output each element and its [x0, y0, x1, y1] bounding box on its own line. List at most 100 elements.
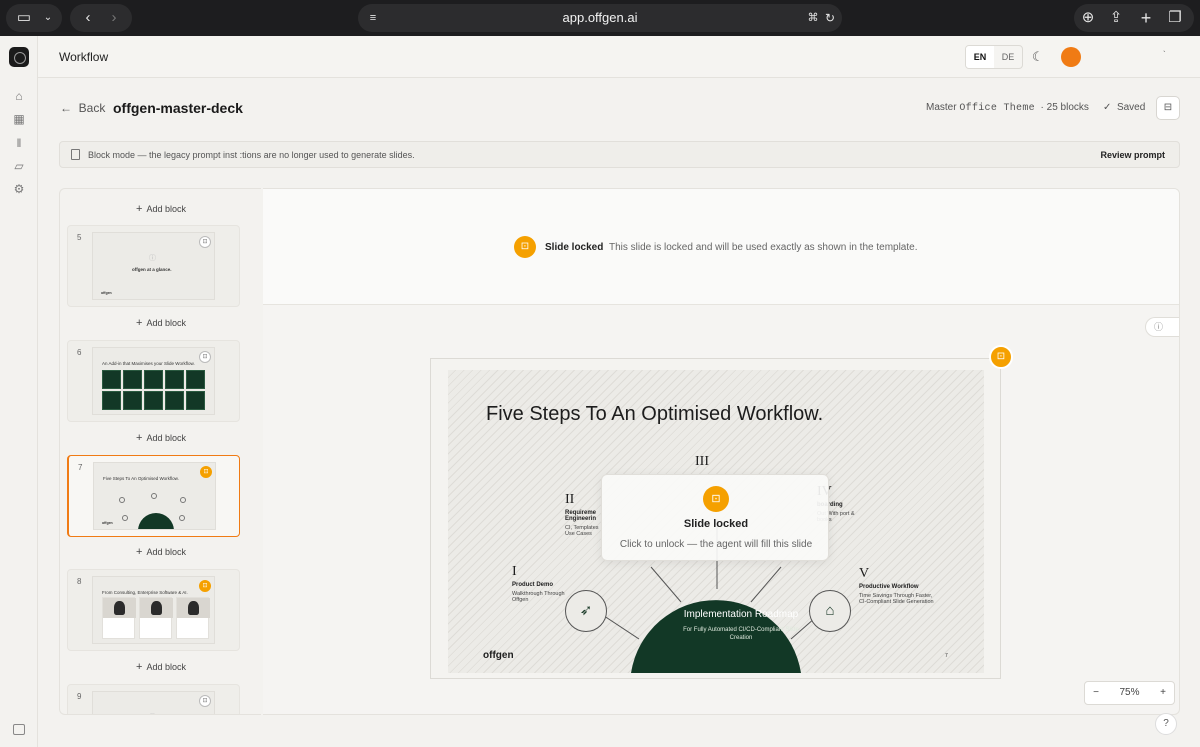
tabs-overview-icon[interactable]: ❐: [1164, 4, 1186, 32]
reload-icon[interactable]: ↻: [822, 4, 838, 32]
app-logo[interactable]: [9, 47, 29, 67]
collapse-sidebar-icon[interactable]: [13, 724, 25, 735]
mini-roadmap-dome: [138, 513, 174, 529]
grid-icon[interactable]: ▦: [10, 110, 28, 128]
slide-thumb-card[interactable]: 8 ⊡ From Consulting, Enterprise Software…: [67, 569, 240, 651]
slide-thumb-card-selected[interactable]: 7 ⊡ Five Steps To An Optimised Workflow.…: [67, 455, 240, 537]
back-arrow-icon[interactable]: ‹: [78, 4, 98, 32]
slide-thumbnail[interactable]: ⊡ From Consulting, Enterprise Software &…: [92, 576, 215, 644]
deck-title: offgen-master-deck: [113, 100, 243, 116]
slide-editor: ⊡ Slide locked This slide is locked and …: [263, 188, 1180, 715]
slide-title: Five Steps To An Optimised Workflow.: [486, 403, 824, 425]
slide-thumbnail[interactable]: ⊡ ⓘ offgen at a glance. offgen: [92, 232, 215, 300]
step-circle: [180, 497, 186, 503]
lock-icon[interactable]: ⊡: [200, 466, 212, 478]
legacy-prompt-banner: Block mode — the legacy prompt inst :tio…: [59, 141, 1180, 168]
top-header: Workflow EN DE ☾ `: [38, 36, 1200, 78]
zoom-out-button[interactable]: −: [1085, 682, 1107, 704]
slide-thumb-card[interactable]: 6 ⊡ An Add-in that Maximises your Slide …: [67, 340, 240, 422]
lock-icon[interactable]: ⊡: [199, 580, 211, 592]
step-desc: CI, Templates Use Cases: [565, 525, 599, 537]
new-tab-icon[interactable]: +: [1136, 4, 1156, 32]
add-block-button[interactable]: + Add block: [60, 203, 261, 215]
folder-icon[interactable]: ▱: [10, 157, 28, 175]
slide-thumbnail[interactable]: ⊡ An Add-in that Maximises your Slide Wo…: [92, 347, 215, 415]
help-button[interactable]: ?: [1155, 713, 1177, 735]
step-numeral: III: [695, 454, 709, 469]
translate-icon[interactable]: ⌘: [804, 4, 822, 32]
slides-panel: + Add block 5 ⊡ ⓘ offgen at a glance. off…: [59, 188, 261, 715]
add-block-label: Add block: [146, 433, 186, 443]
add-block-button[interactable]: + Add block: [60, 661, 261, 673]
sidebar-icon[interactable]: ▭: [14, 4, 34, 32]
thumb-title: offgen at a glance.: [132, 267, 172, 272]
thumb-brand: offgen: [101, 291, 112, 295]
step-circle: [122, 515, 128, 521]
share-icon[interactable]: ⇪: [1106, 4, 1126, 32]
slide-thumbnail[interactable]: ⊡ ⓘ: [92, 691, 215, 714]
add-block-button[interactable]: + Add block: [60, 546, 261, 558]
lock-icon[interactable]: ⊡: [199, 351, 211, 363]
sidebar-toggle-group[interactable]: ▭ ⌄: [6, 4, 62, 32]
info-icon: ⓘ: [149, 712, 156, 714]
home-icon[interactable]: ⌂: [10, 87, 28, 105]
slide-thumb-card[interactable]: 5 ⊡ ⓘ offgen at a glance. offgen: [67, 225, 240, 307]
step-heading: Requireme Engineerin: [565, 510, 597, 522]
chevron-down-icon[interactable]: ⌄: [40, 4, 56, 32]
back-button[interactable]: ← Back: [60, 101, 105, 115]
language-switcher: EN DE: [965, 45, 1023, 69]
thumb-title: From Consulting, Enterprise Software & A…: [102, 590, 188, 595]
step-5: V Productive Workflow Time Savings Throu…: [859, 567, 939, 606]
step-3: III: [695, 455, 725, 472]
add-block-button[interactable]: + Add block: [60, 432, 261, 444]
lock-icon: ⊡: [996, 351, 1006, 362]
step-circle: [119, 497, 125, 503]
add-block-label: Add block: [146, 662, 186, 672]
slide-lock-toggle[interactable]: ⊡: [989, 345, 1013, 369]
add-block-label: Add block: [146, 547, 186, 557]
step-circle: [179, 515, 185, 521]
add-block-label: Add block: [146, 204, 186, 214]
panel-toggle-button[interactable]: ⊟: [1156, 96, 1180, 120]
roadmap-center: Implementation Roadmap For Fully Automat…: [677, 609, 805, 642]
zoom-level: 75%: [1119, 687, 1140, 698]
settings-icon[interactable]: ⚙: [10, 180, 28, 198]
plus-icon: +: [136, 203, 143, 215]
step-heading: Product Demo: [512, 582, 554, 588]
block-count: · 25 blocks: [1040, 102, 1089, 113]
banner-text: Block mode — the legacy prompt inst :tio…: [88, 150, 415, 160]
slide-number: 7: [78, 463, 83, 472]
lang-de-button[interactable]: DE: [994, 46, 1022, 68]
menu-indicator[interactable]: `: [1163, 50, 1166, 59]
roadmap-title: Implementation Roadmap: [683, 609, 799, 620]
dark-mode-icon[interactable]: ☾: [1032, 49, 1044, 65]
plus-icon: +: [136, 432, 143, 444]
lock-icon[interactable]: ⊡: [199, 236, 211, 248]
address-bar[interactable]: ≡ app.offgen.ai ⌘ ↻: [358, 4, 842, 32]
slide-thumb-card[interactable]: 9 ⊡ ⓘ: [67, 684, 240, 714]
saved-label: Saved: [1116, 102, 1146, 113]
theme-info: Master Office Theme · 25 blocks: [926, 102, 1089, 114]
add-block-button[interactable]: + Add block: [60, 317, 261, 329]
info-button[interactable]: ⓘ: [1145, 317, 1179, 337]
app-rail: ⌂ ▦ ‖ ▱ ⚙: [0, 36, 38, 747]
library-icon[interactable]: ‖: [10, 134, 28, 152]
step-2: II Requireme Engineerin CI, Templates Us…: [565, 493, 605, 538]
lock-icon[interactable]: ⊡: [199, 695, 211, 707]
lang-en-button[interactable]: EN: [966, 46, 994, 68]
check-icon: ✓: [1103, 102, 1112, 113]
roadmap-subtitle: For Fully Automated CI/CD-Compliant Slid…: [683, 627, 799, 641]
step-1: I Product Demo Walkthrough Through Offge…: [512, 565, 582, 604]
slide-thumbnail[interactable]: ⊡ Five Steps To An Optimised Workflow. o…: [93, 462, 216, 530]
locked-overlay[interactable]: ⊡ Slide locked Click to unlock — the age…: [601, 474, 829, 561]
arrow-left-icon: ←: [60, 101, 72, 115]
forward-arrow-icon[interactable]: ›: [104, 4, 124, 32]
slide-number: 5: [77, 233, 82, 242]
plus-icon: +: [136, 546, 143, 558]
zoom-in-button[interactable]: +: [1152, 682, 1174, 704]
download-icon[interactable]: ⊕: [1078, 4, 1098, 32]
avatar[interactable]: [1061, 47, 1081, 67]
review-prompt-button[interactable]: Review prompt: [1100, 150, 1165, 160]
thumb-title: An Add-in that Maximises your Slide Work…: [102, 361, 195, 366]
info-icon: ⓘ: [1154, 322, 1164, 332]
